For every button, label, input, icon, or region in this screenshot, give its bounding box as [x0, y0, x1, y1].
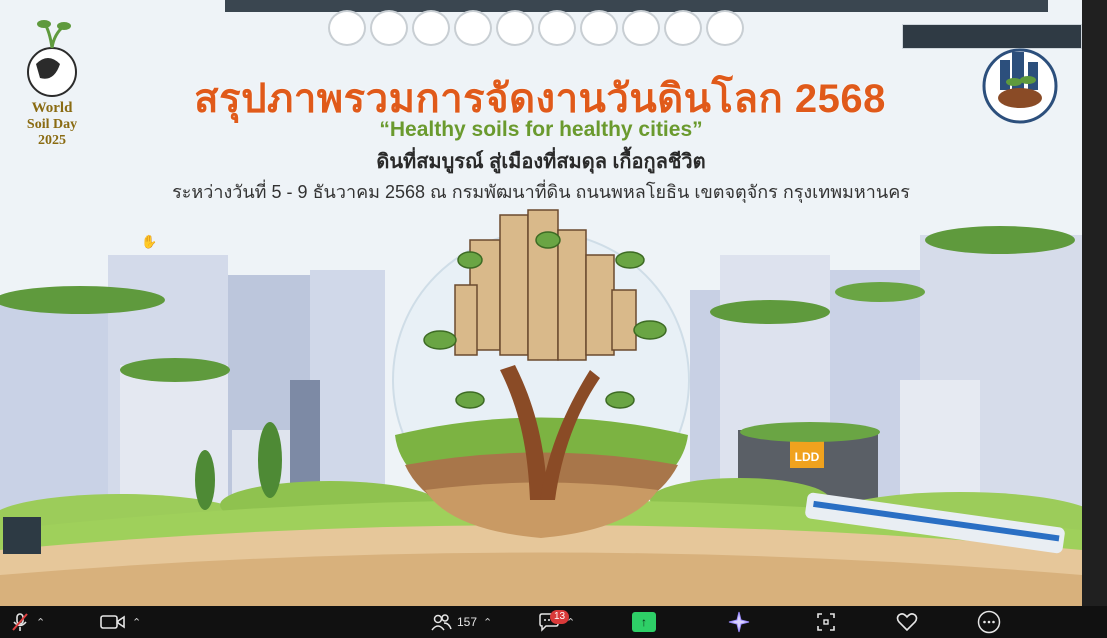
share-icon[interactable]: ↑	[632, 612, 656, 632]
city-illustration	[0, 200, 1082, 606]
video-control[interactable]: ⌃	[100, 606, 141, 638]
mic-control[interactable]: ⌃	[10, 606, 45, 638]
partner-logo	[412, 10, 450, 46]
partner-logo	[370, 10, 408, 46]
partner-logo	[496, 10, 534, 46]
mic-options-caret[interactable]: ⌃	[36, 616, 45, 629]
more-control[interactable]	[977, 606, 1001, 638]
share-screen-control[interactable]: ↑	[632, 606, 656, 638]
mic-muted-icon[interactable]	[10, 612, 30, 632]
chat-control[interactable]: 13 ⌃	[538, 606, 575, 638]
shared-screen: World Soil Day 2025 สรุปภาพรวมการจัดงานว…	[0, 0, 1082, 606]
participants-options-caret[interactable]: ⌃	[483, 616, 492, 629]
right-side-strip	[1082, 0, 1107, 606]
more-icon[interactable]	[977, 610, 1001, 634]
reactions-control[interactable]	[896, 606, 918, 638]
slide-subtitle: ดินที่สมบูรณ์ สู่เมืองที่สมดุล เกื้อกูลช…	[376, 151, 706, 173]
partner-logo	[538, 10, 576, 46]
slide-tagline: “Healthy soils for healthy cities”	[379, 118, 703, 141]
partner-logo	[664, 10, 702, 46]
logo-line-world: World	[32, 100, 73, 116]
hand-cursor-icon: ✋	[141, 235, 158, 250]
slide-date-line: ระหว่างวันที่ 5 - 9 ธันวาคม 2568 ณ กรมพั…	[172, 182, 910, 202]
meeting-toolbar: ⌃ ⌃ 157 ⌃ 13 ⌃ ↑	[0, 606, 1107, 638]
heart-icon[interactable]	[896, 612, 918, 632]
apps-icon[interactable]	[815, 611, 837, 633]
partner-logo	[706, 10, 744, 46]
sparkle-icon[interactable]	[728, 611, 750, 633]
partner-logo	[622, 10, 660, 46]
participants-control[interactable]: 157 ⌃	[430, 606, 492, 638]
ai-companion-control[interactable]	[728, 606, 750, 638]
ldd-building-sign: LDD	[794, 450, 820, 464]
video-options-caret[interactable]: ⌃	[132, 616, 141, 629]
apps-control[interactable]	[815, 606, 837, 638]
self-view-thumbnail[interactable]	[3, 517, 41, 554]
participants-count: 157	[457, 615, 478, 629]
partner-logo	[328, 10, 366, 46]
partner-logo	[580, 10, 618, 46]
video-icon[interactable]	[100, 613, 126, 631]
partner-logo	[454, 10, 492, 46]
partner-logos	[328, 10, 744, 46]
participants-icon[interactable]	[430, 613, 452, 631]
chat-unread-badge: 13	[550, 610, 570, 624]
